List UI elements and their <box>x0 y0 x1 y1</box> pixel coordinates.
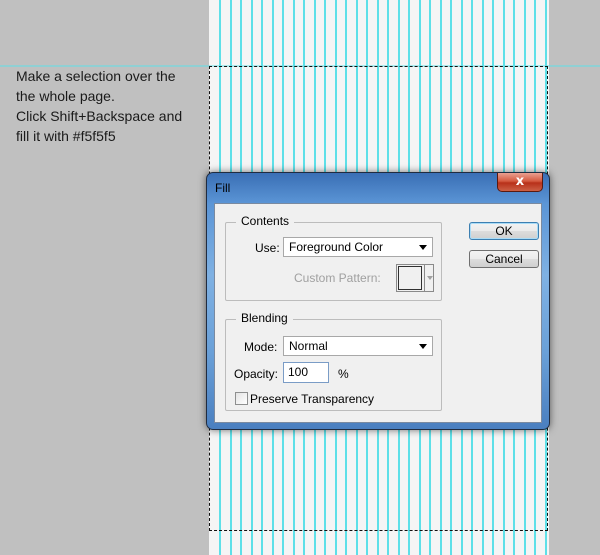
contents-legend: Contents <box>236 214 295 228</box>
opacity-input[interactable]: 100 <box>283 362 329 383</box>
instruction-text: Make a selection over the the whole page… <box>16 66 206 146</box>
mode-select[interactable]: Normal <box>283 336 433 356</box>
custom-pattern-picker <box>396 264 434 292</box>
dialog-title: Fill <box>215 181 231 195</box>
instruction-line: Click Shift+Backspace and <box>16 108 183 124</box>
blending-group: Blending Mode: Normal Opacity: 100 % Pre… <box>225 311 442 411</box>
instruction-line: fill it with #f5f5f5 <box>16 128 116 144</box>
dialog-titlebar[interactable]: Fill x <box>207 173 549 201</box>
mode-select-value: Normal <box>289 339 328 353</box>
chevron-down-icon <box>427 276 433 280</box>
pattern-preview <box>398 266 422 290</box>
preserve-transparency-checkbox[interactable] <box>235 392 248 405</box>
close-button[interactable]: x <box>497 173 543 192</box>
dialog-body: Contents Use: Foreground Color Custom Pa… <box>214 203 542 423</box>
close-icon: x <box>515 174 525 189</box>
opacity-unit: % <box>338 367 349 381</box>
chevron-down-icon <box>419 344 427 349</box>
custom-pattern-label: Custom Pattern: <box>294 271 381 285</box>
preserve-transparency-label[interactable]: Preserve Transparency <box>250 392 374 406</box>
blending-legend: Blending <box>236 311 293 325</box>
instruction-line: the whole page. <box>16 88 115 104</box>
chevron-down-icon <box>419 245 427 250</box>
mode-label: Mode: <box>244 340 278 354</box>
use-label: Use: <box>255 241 280 255</box>
contents-group: Contents Use: Foreground Color Custom Pa… <box>225 214 442 301</box>
opacity-label: Opacity: <box>234 367 279 381</box>
use-select[interactable]: Foreground Color <box>283 237 433 257</box>
cancel-button[interactable]: Cancel <box>469 250 539 268</box>
instruction-line: Make a selection over the <box>16 68 176 84</box>
use-select-value: Foreground Color <box>289 240 384 254</box>
fill-dialog: Fill x Contents Use: Foreground Color Cu… <box>206 172 550 430</box>
ok-button[interactable]: OK <box>469 222 539 240</box>
